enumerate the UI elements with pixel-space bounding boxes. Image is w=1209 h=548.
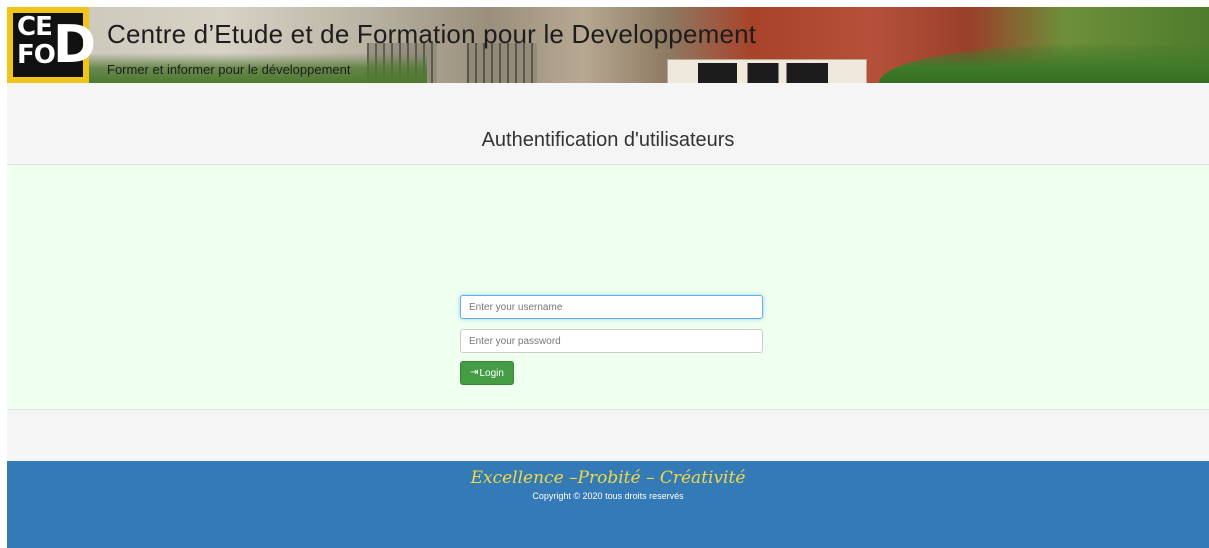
site-logo[interactable]: CE FO D (7, 7, 96, 83)
logo-mark: CE FO D (13, 13, 96, 77)
page-title: Authentification d'utilisateurs (481, 129, 735, 151)
username-input[interactable] (460, 295, 763, 319)
footer: Excellence –Probité – Créativité Copyrig… (7, 461, 1209, 548)
login-button[interactable]: ⇥ Login (460, 361, 514, 385)
sign-in-icon: ⇥ (470, 367, 479, 378)
footer-motto: Excellence –Probité – Créativité (470, 468, 746, 488)
password-input[interactable] (460, 329, 763, 353)
building-sign (667, 59, 867, 83)
content-spacer (7, 410, 1209, 461)
site-title: Centre d’Etude et de Formation pour le D… (107, 19, 757, 49)
header-banner: CE FO D Centre d’Etude et de Formation pou… (7, 7, 1209, 83)
login-button-label: Login (479, 367, 504, 379)
login-panel: ⇥ Login (7, 165, 1209, 410)
footer-copyright: Copyright © 2020 tous droits reservés (532, 491, 684, 501)
site-slogan: Former et informer pour le développement (107, 62, 351, 77)
banner-foliage-right (879, 45, 1209, 83)
sign-logo (698, 63, 828, 83)
title-band: Authentification d'utilisateurs (7, 83, 1209, 165)
